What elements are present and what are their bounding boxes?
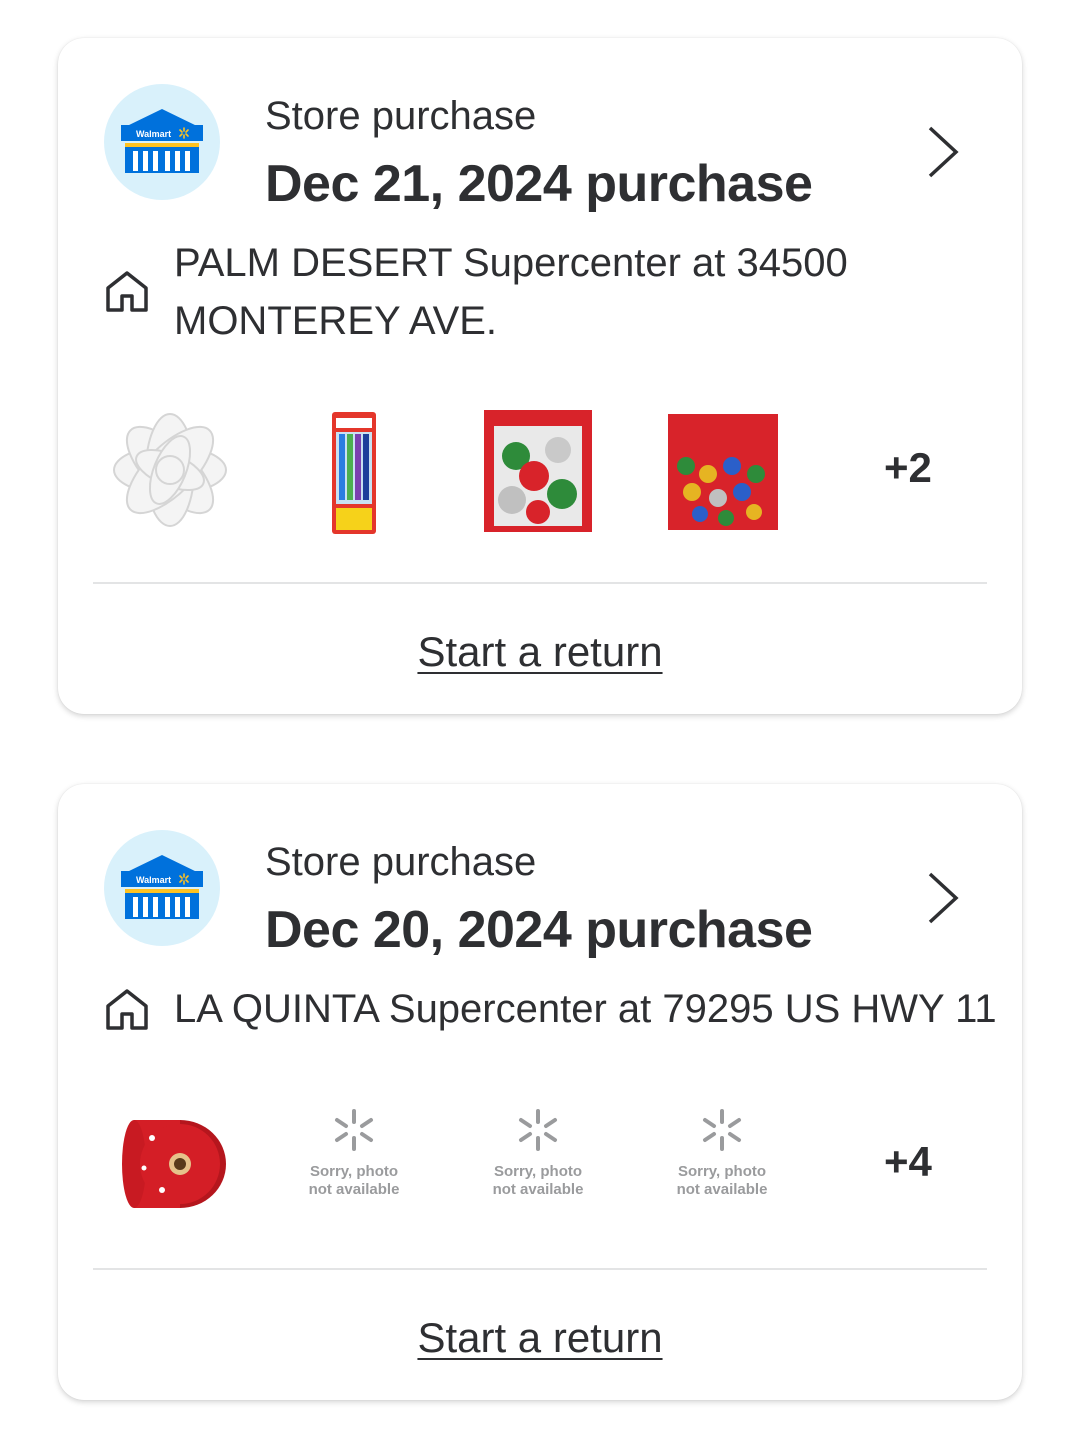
item-thumbnail[interactable] bbox=[288, 404, 420, 536]
more-items-count[interactable]: +4 bbox=[884, 1138, 932, 1186]
photo-unavailable-text: Sorry, photo not available bbox=[308, 1163, 400, 1198]
walmart-spark-icon bbox=[519, 1109, 557, 1151]
item-photo-placeholder[interactable]: Sorry, photo not available bbox=[656, 1098, 788, 1230]
walmart-spark-icon bbox=[335, 1109, 373, 1151]
walmart-store-avatar: Walmart bbox=[104, 84, 220, 200]
store-home-icon bbox=[106, 989, 148, 1030]
walmart-logo-text: Walmart bbox=[136, 129, 171, 139]
item-thumbnail[interactable] bbox=[104, 404, 236, 536]
store-address: PALM DESERT Supercenter at 34500 MONTERE… bbox=[174, 241, 848, 343]
gift-bows-bag-image bbox=[484, 410, 592, 532]
store-address: LA QUINTA Supercenter at 79295 US HWY 11 bbox=[174, 987, 997, 1031]
divider bbox=[93, 582, 987, 584]
purchase-type-label: Store purchase bbox=[265, 94, 537, 138]
white-gift-bow-image bbox=[113, 413, 227, 527]
item-photo-placeholder[interactable]: Sorry, photo not available bbox=[288, 1098, 420, 1230]
purchase-items-row[interactable]: +2 bbox=[104, 400, 974, 540]
start-return-link[interactable]: Start a return bbox=[58, 628, 1022, 676]
store-location-row: LA QUINTA Supercenter at 79295 US HWY 11 bbox=[104, 980, 1002, 1040]
chevron-right-icon[interactable] bbox=[916, 866, 972, 930]
gift-bows-bag-image bbox=[668, 414, 778, 530]
start-return-link[interactable]: Start a return bbox=[58, 1314, 1022, 1362]
store-location-row: PALM DESERT Supercenter at 34500 MONTERE… bbox=[104, 234, 1002, 354]
more-items-count[interactable]: +2 bbox=[884, 444, 932, 492]
purchase-title: Dec 20, 2024 purchase bbox=[265, 901, 813, 959]
walmart-store-avatar: Walmart bbox=[104, 830, 220, 946]
purchase-history-page: Walmart Store purchase Dec 21, 2024 purc… bbox=[0, 0, 1080, 1444]
purchase-type-label: Store purchase bbox=[265, 840, 537, 884]
purchase-title: Dec 21, 2024 purchase bbox=[265, 155, 813, 213]
toothbrush-pack-image bbox=[332, 412, 376, 534]
red-ribbon-roll-image bbox=[122, 1120, 226, 1208]
walmart-store-icon: Walmart bbox=[121, 109, 203, 173]
item-thumbnail[interactable] bbox=[656, 404, 788, 536]
purchase-card[interactable]: Walmart Store purchase Dec 20, 2024 purc… bbox=[58, 784, 1022, 1400]
divider bbox=[93, 1268, 987, 1270]
walmart-store-icon: Walmart bbox=[121, 855, 203, 919]
chevron-right-icon[interactable] bbox=[916, 120, 972, 184]
store-home-icon bbox=[106, 271, 148, 312]
walmart-spark-icon bbox=[703, 1109, 741, 1151]
item-thumbnail[interactable] bbox=[472, 404, 604, 536]
item-thumbnail[interactable] bbox=[104, 1098, 236, 1230]
walmart-logo-text: Walmart bbox=[136, 875, 171, 885]
purchase-items-row[interactable]: Sorry, photo not available Sorry, photo … bbox=[104, 1094, 974, 1234]
item-photo-placeholder[interactable]: Sorry, photo not available bbox=[472, 1098, 604, 1230]
photo-unavailable-text: Sorry, photo not available bbox=[676, 1163, 768, 1198]
purchase-card[interactable]: Walmart Store purchase Dec 21, 2024 purc… bbox=[58, 38, 1022, 714]
photo-unavailable-text: Sorry, photo not available bbox=[492, 1163, 584, 1198]
